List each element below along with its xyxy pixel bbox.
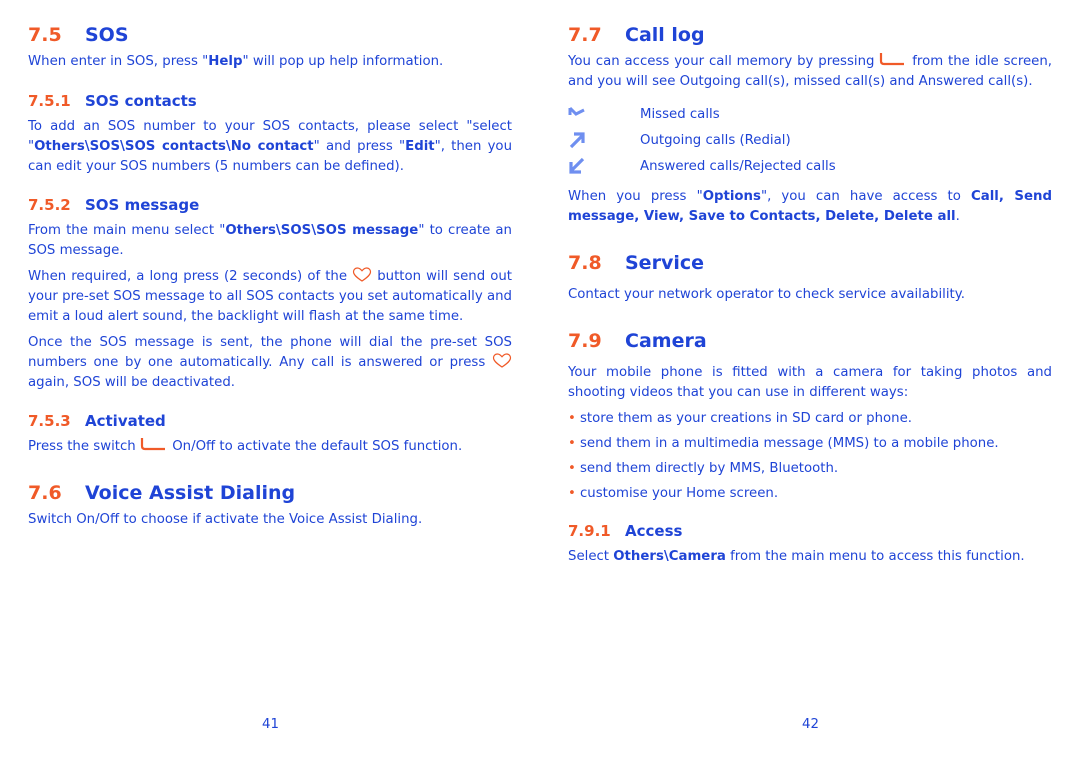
bullet-icon: • xyxy=(568,461,576,476)
bullet-icon: • xyxy=(568,411,576,426)
camera-uses-list: • store them as your creations in SD card… xyxy=(568,406,1052,506)
sos-heart-key-icon xyxy=(352,267,372,283)
page-number-right: 42 xyxy=(802,717,819,732)
softkey-icon xyxy=(879,52,907,66)
heading-voice-assist-dialing: 7.6 Voice Assist Dialing xyxy=(28,482,296,504)
heading-activated: 7.5.3 Activated xyxy=(28,412,166,430)
heading-call-log: 7.7 Call log xyxy=(568,24,705,46)
outgoing-call-icon xyxy=(568,131,640,149)
heading-access: 7.9.1 Access xyxy=(568,522,683,540)
list-item: • send them directly by MMS, Bluetooth. xyxy=(568,456,1052,481)
answered-call-icon xyxy=(568,157,640,175)
heading-sos-contacts: 7.5.1 SOS contacts xyxy=(28,92,197,110)
sos-heart-key-icon xyxy=(492,353,512,369)
sos-message-text-3: Once the SOS message is sent, the phone … xyxy=(28,335,512,390)
call-type-outgoing: Outgoing calls (Redial) xyxy=(568,127,1052,153)
sos-contacts-text: To add an SOS number to your SOS contact… xyxy=(28,119,512,174)
missed-call-icon xyxy=(568,106,640,122)
activated-text: Press the switch On/Off to activate the … xyxy=(28,437,463,454)
service-text: Contact your network operator to check s… xyxy=(568,287,965,302)
call-type-missed: Missed calls xyxy=(568,101,1052,127)
call-log-text: You can access your call memory by press… xyxy=(568,52,1053,89)
list-item: • store them as your creations in SD card… xyxy=(568,406,1052,431)
access-text: Select Others\Camera from the main menu … xyxy=(568,549,1025,564)
bullet-icon: • xyxy=(568,486,576,501)
call-type-list: Missed calls Outgoing calls (Redial) Ans… xyxy=(568,101,1052,179)
list-item: • customise your Home screen. xyxy=(568,481,1052,506)
voice-assist-text: Switch On/Off to choose if activate the … xyxy=(28,512,423,527)
bullet-icon: • xyxy=(568,436,576,451)
heading-sos-message: 7.5.2 SOS message xyxy=(28,196,200,214)
camera-text: Your mobile phone is fitted with a camer… xyxy=(568,365,1052,400)
section-7-5: 7.5 SOS xyxy=(28,24,129,46)
heading-sos: 7.5 SOS xyxy=(28,24,129,46)
page-number-left: 41 xyxy=(262,717,279,732)
softkey-icon xyxy=(140,437,168,451)
sos-intro-text: When enter in SOS, press "Help" will pop… xyxy=(28,54,444,69)
sos-message-text-1: From the main menu select "Others\SOS\SO… xyxy=(28,223,512,258)
list-item: • send them in a multimedia message (MMS)… xyxy=(568,431,1052,456)
heading-camera: 7.9 Camera xyxy=(568,330,707,352)
call-log-options-text: When you press "Options", you can have a… xyxy=(568,189,1052,224)
call-type-answered: Answered calls/Rejected calls xyxy=(568,153,1052,179)
heading-service: 7.8 Service xyxy=(568,252,704,274)
sos-message-text-2: When required, a long press (2 seconds) … xyxy=(28,267,512,324)
